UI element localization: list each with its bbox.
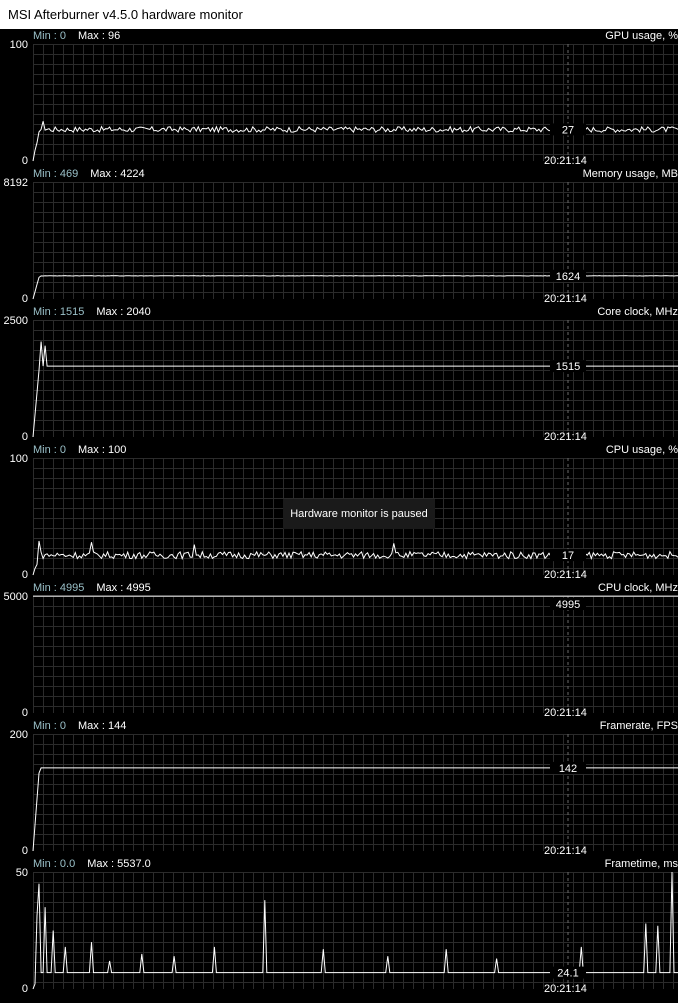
graph-header: Min : 0 Max : 144 Framerate, FPS xyxy=(33,719,678,733)
min-value: Min : 1515 xyxy=(33,306,85,318)
graph-plot-area[interactable]: 4995 xyxy=(33,595,678,713)
graph-title: Framerate, FPS xyxy=(599,720,678,732)
min-value: Min : 0 xyxy=(33,720,67,732)
time-label: 20:21:14 xyxy=(544,569,587,581)
graph-canvas: 142 xyxy=(32,734,678,852)
graph-canvas: 1624 xyxy=(32,182,678,300)
graph-plot-area[interactable]: 1515 xyxy=(32,320,678,438)
max-value: Max : 4995 xyxy=(96,582,151,594)
graph-header: Min : 1515 Max : 2040 Core clock, MHz xyxy=(33,305,678,319)
y-axis-min-label: 0 xyxy=(21,293,28,305)
y-axis-min-label: 0 xyxy=(21,155,28,167)
current-value: 1515 xyxy=(556,361,580,373)
graph-title: GPU usage, % xyxy=(605,30,678,42)
paused-tooltip: Hardware monitor is paused xyxy=(283,499,435,529)
grid-lines xyxy=(33,44,678,161)
grid-lines xyxy=(33,596,678,713)
max-value: Max : 96 xyxy=(78,30,121,42)
graph-header: Min : 0.0 Max : 5537.0 Frametime, ms xyxy=(33,857,678,871)
graph-canvas: 4995 xyxy=(33,595,678,713)
grid-lines xyxy=(33,320,678,437)
time-label: 20:21:14 xyxy=(544,707,587,719)
min-value: Min : 0 xyxy=(33,30,67,42)
graph-title: Frametime, ms xyxy=(604,858,678,870)
graph-canvas: 27 xyxy=(32,44,678,162)
current-value: 1624 xyxy=(556,271,580,283)
current-value: 142 xyxy=(559,763,577,775)
graph-panel[interactable]: Min : 0 Max : 96 GPU usage, % 100 0 27 20:21:1… xyxy=(0,29,678,167)
y-axis-min-label: 0 xyxy=(21,707,28,719)
graph-panel[interactable]: Min : 1515 Max : 2040 Core clock, MHz 2500 0… xyxy=(0,305,678,443)
graph-panel[interactable]: Min : 469 Max : 4224 Memory usage, MB 8192 0… xyxy=(0,167,678,305)
graph-title: CPU clock, MHz xyxy=(597,582,678,594)
time-label: 20:21:14 xyxy=(544,431,587,443)
graph-header: Min : 0 Max : 100 CPU usage, % xyxy=(33,443,678,457)
y-axis-max-label: 100 xyxy=(9,39,28,51)
y-axis-max-label: 2500 xyxy=(3,315,28,327)
current-value: 27 xyxy=(562,124,574,136)
graph-plot-area[interactable]: 1624 xyxy=(32,182,678,300)
y-axis-max-label: 5000 xyxy=(3,591,28,603)
graph-plot-area[interactable]: 24.1 xyxy=(32,871,678,990)
graph-header: Min : 469 Max : 4224 Memory usage, MB xyxy=(33,167,678,181)
current-value: 4995 xyxy=(556,599,580,611)
time-label: 20:21:14 xyxy=(544,845,587,857)
graph-panel[interactable]: Min : 4995 Max : 4995 CPU clock, MHz 5000 0 4… xyxy=(0,581,678,719)
y-axis-max-label: 8192 xyxy=(3,177,28,189)
graph-header: Min : 0 Max : 96 GPU usage, % xyxy=(33,29,678,43)
max-value: Max : 2040 xyxy=(96,306,151,318)
max-value: Max : 100 xyxy=(78,444,127,456)
max-value: Max : 5537.0 xyxy=(87,858,151,870)
y-axis-min-label: 0 xyxy=(21,569,28,581)
graph-header: Min : 4995 Max : 4995 CPU clock, MHz xyxy=(33,581,678,595)
max-value: Max : 144 xyxy=(78,720,127,732)
grid-lines xyxy=(33,734,678,851)
graph-canvas: 1515 xyxy=(32,320,678,438)
graph-title: Core clock, MHz xyxy=(597,306,678,318)
min-value: Min : 4995 xyxy=(33,582,85,594)
time-label: 20:21:14 xyxy=(544,293,587,305)
graph-panel[interactable]: Min : 0 Max : 144 Framerate, FPS 200 0 142 20:… xyxy=(0,719,678,857)
y-axis-max-label: 50 xyxy=(15,867,28,879)
current-value: 17 xyxy=(562,550,574,562)
graph-title: CPU usage, % xyxy=(605,444,678,456)
min-value: Min : 0 xyxy=(33,444,67,456)
graph-plot-area[interactable]: 142 xyxy=(32,734,678,852)
y-axis-max-label: 200 xyxy=(9,729,28,741)
max-value: Max : 4224 xyxy=(90,168,145,180)
y-axis-min-label: 0 xyxy=(21,431,28,443)
y-axis-min-label: 0 xyxy=(21,845,28,857)
graph-trace xyxy=(32,767,678,852)
y-axis-max-label: 100 xyxy=(9,453,28,465)
graph-trace xyxy=(32,341,678,438)
graph-canvas: 24.1 xyxy=(32,871,678,990)
current-value: 24.1 xyxy=(557,968,578,980)
time-label: 20:21:14 xyxy=(544,983,587,995)
graph-panel[interactable]: Min : 0.0 Max : 5537.0 Frametime, ms 50 0 24.… xyxy=(0,857,678,995)
window-title: MSI Afterburner v4.5.0 hardware monitor xyxy=(8,7,243,22)
graph-title: Memory usage, MB xyxy=(582,168,678,180)
y-axis-min-label: 0 xyxy=(21,983,28,995)
time-label: 20:21:14 xyxy=(544,155,587,167)
title-bar[interactable]: MSI Afterburner v4.5.0 hardware monitor xyxy=(0,0,678,29)
min-value: Min : 0.0 xyxy=(33,858,76,870)
min-value: Min : 469 xyxy=(33,168,79,180)
graph-plot-area[interactable]: 27 xyxy=(32,44,678,162)
